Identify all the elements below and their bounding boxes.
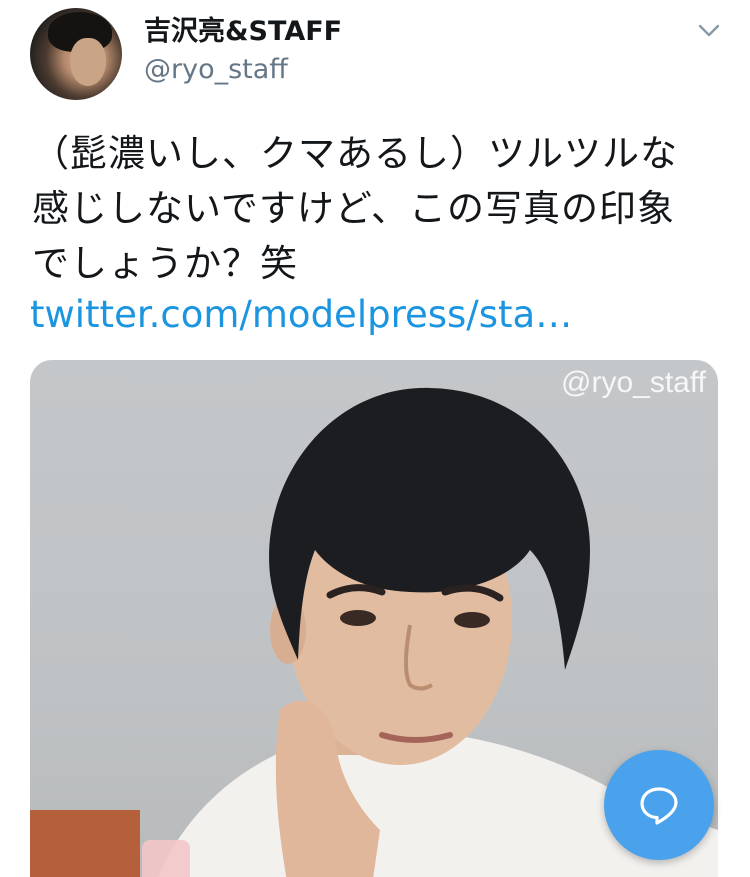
author-display-name[interactable]: 吉沢亮&STAFF — [144, 14, 342, 50]
compose-reply-button[interactable] — [604, 750, 714, 860]
avatar-face — [70, 38, 106, 86]
compose-reply-icon — [640, 787, 678, 825]
tweet-link[interactable]: twitter.com/modelpress/sta… — [30, 290, 572, 340]
image-watermark: @ryo_staff — [561, 366, 706, 399]
chevron-down-icon[interactable] — [696, 18, 722, 44]
author-handle[interactable]: @ryo_staff — [144, 52, 288, 88]
tweet-text-line: でしょうか？笑 — [32, 242, 298, 285]
tweet-text-line: （髭濃いし、クマあるし）ツルツルな — [32, 132, 678, 175]
tweet-view: 吉沢亮&STAFF @ryo_staff （髭濃いし、クマあるし）ツルツルな 感… — [0, 0, 750, 877]
tweet-text-line: 感じしないですけど、この写真の印象 — [32, 187, 676, 230]
author-avatar[interactable] — [30, 8, 122, 100]
tweet-text: （髭濃いし、クマあるし）ツルツルな 感じしないですけど、この写真の印象 でしょう… — [32, 126, 722, 291]
